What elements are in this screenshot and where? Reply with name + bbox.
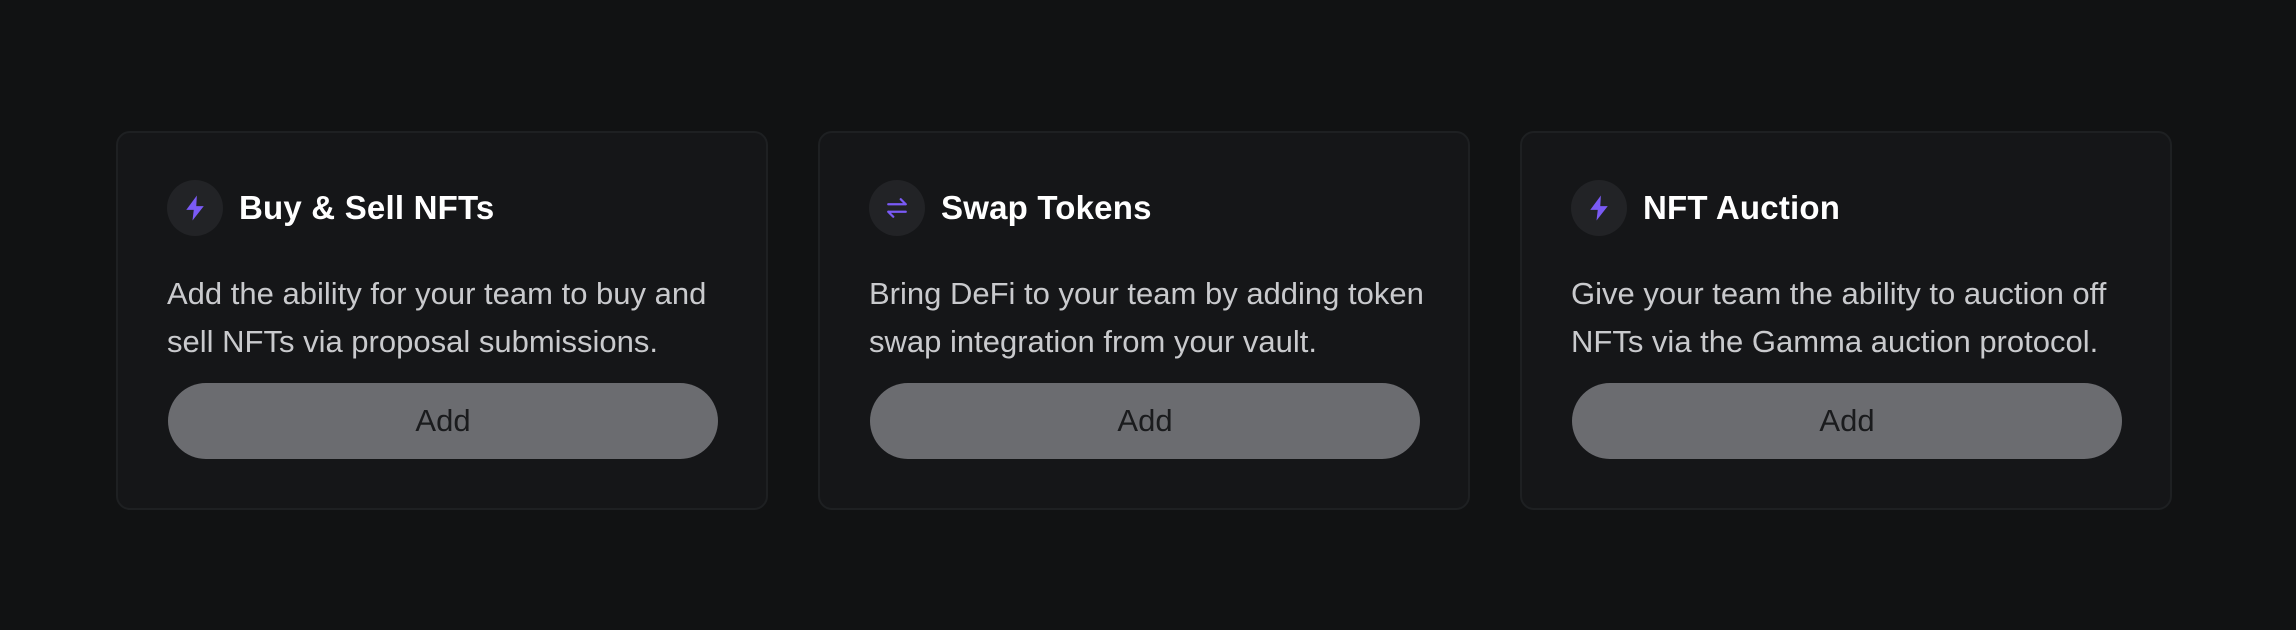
integration-card-list: Buy & Sell NFTs Add the ability for your… (116, 131, 2172, 510)
add-button[interactable]: Add (1572, 383, 2122, 459)
add-button[interactable]: Add (168, 383, 718, 459)
card-nft-auction: NFT Auction Give your team the ability t… (1520, 131, 2172, 510)
card-description: Give your team the ability to auction of… (1571, 276, 2107, 359)
card-title: Buy & Sell NFTs (239, 189, 495, 226)
lightning-bolt-icon (1571, 180, 1627, 236)
card-buy-sell-nfts: Buy & Sell NFTs Add the ability for your… (116, 131, 768, 510)
card-title: NFT Auction (1643, 189, 1841, 226)
card-title: Swap Tokens (941, 189, 1152, 226)
add-button[interactable]: Add (870, 383, 1420, 459)
swap-arrows-icon (869, 180, 925, 236)
lightning-bolt-icon (167, 180, 223, 236)
card-description: Bring DeFi to your team by adding token … (869, 276, 1424, 359)
card-header: Buy & Sell NFTs (167, 180, 494, 236)
card-description: Add the ability for your team to buy and… (167, 276, 707, 359)
card-header: Swap Tokens (869, 180, 1152, 236)
card-swap-tokens: Swap Tokens Bring DeFi to your team by a… (818, 131, 1470, 510)
card-header: NFT Auction (1571, 180, 1840, 236)
